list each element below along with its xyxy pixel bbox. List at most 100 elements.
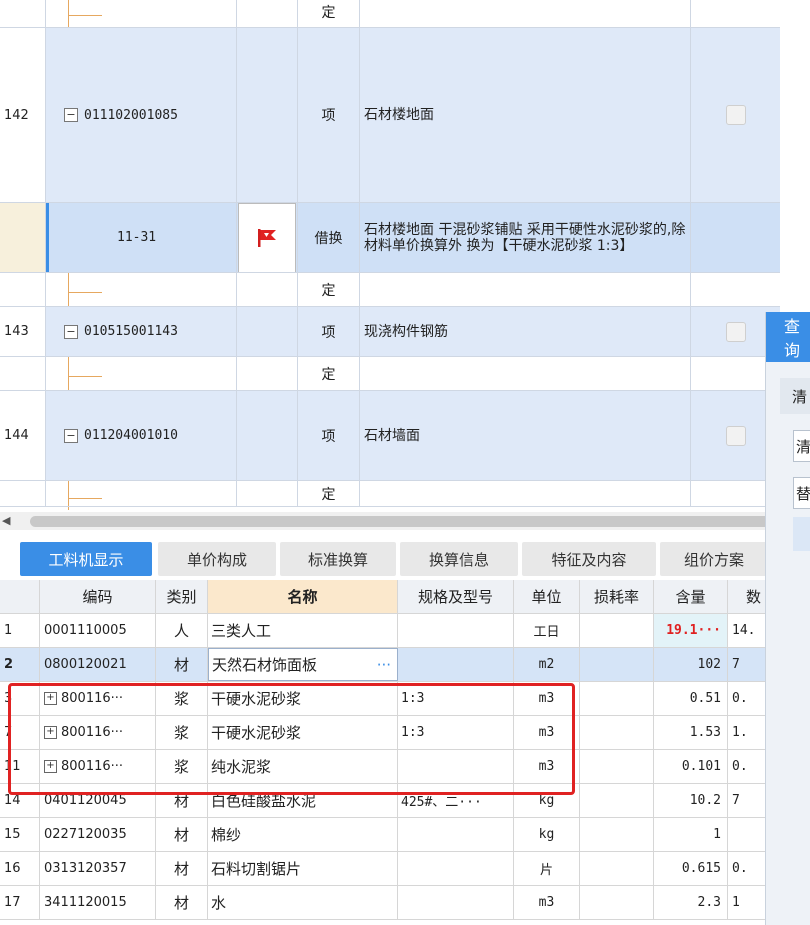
cell-spec[interactable] — [398, 886, 514, 919]
query-input-2[interactable]: 替 — [793, 477, 810, 509]
name-text: 棉纱 — [211, 826, 242, 844]
cell-qty[interactable]: 0.51 — [654, 682, 728, 715]
cell-loss — [580, 682, 654, 715]
header-cat[interactable]: 类别 — [156, 580, 208, 613]
cell-code: 3411120015 — [40, 886, 156, 919]
item-type: 项 — [298, 28, 360, 202]
cell-code: 0001110005 — [40, 614, 156, 647]
collapse-icon[interactable]: − — [64, 108, 78, 122]
table-row[interactable]: 17 3411120015 材 水 m3 2.3 1 — [0, 886, 780, 920]
header-code[interactable]: 编码 — [40, 580, 156, 613]
cell-num: 1 — [0, 614, 40, 647]
header-spec[interactable]: 规格及型号 — [398, 580, 514, 613]
header-unit[interactable]: 单位 — [514, 580, 580, 613]
scroll-thumb[interactable] — [30, 516, 780, 527]
flag-cell — [237, 357, 298, 390]
cell-spec[interactable] — [398, 852, 514, 885]
cell-loss — [580, 784, 654, 817]
quota-row[interactable]: 11-31 借换 石材楼地面 干混砂浆铺贴 采用干硬性水泥砂浆的,除材料单价换算外 … — [0, 203, 780, 273]
name-text: 水 — [211, 894, 227, 912]
cell-spec[interactable] — [398, 648, 514, 681]
name-text: 三类人工 — [211, 622, 272, 640]
row-checkbox[interactable] — [725, 105, 746, 125]
cell-name[interactable]: 棉纱 — [208, 818, 398, 851]
cell-name[interactable]: 天然石材饰面板 ··· — [208, 648, 398, 681]
flag-icon[interactable] — [238, 203, 296, 272]
qty-text: 10.2 — [689, 793, 721, 808]
tab-0[interactable]: 工料机显示 — [20, 542, 152, 576]
table-row[interactable]: 15 0227120035 材 棉纱 kg 1 — [0, 818, 780, 852]
bill-item-row[interactable]: 144−011204001010 项石材墙面 — [0, 391, 780, 481]
cell-qty[interactable]: 2.3 — [654, 886, 728, 919]
cell-qty[interactable]: 102 — [654, 648, 728, 681]
item-type: 项 — [298, 307, 360, 356]
scroll-left-icon[interactable]: ◀ — [2, 514, 10, 527]
collapse-icon[interactable]: − — [64, 324, 78, 339]
unit-text: 片 — [539, 863, 553, 878]
more-icon[interactable]: ··· — [377, 656, 391, 674]
flag-cell — [237, 391, 298, 480]
cell-num: 15 — [0, 818, 40, 851]
flag-cell — [237, 307, 298, 356]
query-panel-tab[interactable]: 清 — [780, 378, 810, 414]
tab-4[interactable]: 特征及内容 — [522, 542, 656, 576]
row-number: 142 — [0, 28, 46, 202]
cell-spec[interactable] — [398, 818, 514, 851]
tree-branch — [68, 15, 102, 16]
tab-2[interactable]: 标准换算 — [280, 542, 396, 576]
item-type: 定 — [298, 481, 360, 506]
cell-qty[interactable]: 0.101 — [654, 750, 728, 783]
code-text: 0227120035 — [44, 827, 127, 842]
cell-qty[interactable]: 19.1··· — [654, 614, 728, 647]
quota-grid: 定142−011102001085项石材楼地面P8: 1、 生态 2、 3、 4… — [0, 0, 780, 510]
tab-3[interactable]: 换算信息 — [400, 542, 518, 576]
flag-cell — [237, 28, 298, 202]
cell-name[interactable]: 三类人工 — [208, 614, 398, 647]
cell-loss — [580, 886, 654, 919]
qty-text: 0.51 — [689, 691, 721, 706]
item-type: 定 — [298, 357, 360, 390]
code-text: 0313120357 — [44, 861, 127, 876]
cell-qty[interactable]: 1 — [654, 818, 728, 851]
header-num[interactable] — [0, 580, 40, 613]
cell-name[interactable]: 水 — [208, 886, 398, 919]
quota-child-row[interactable]: 定 — [0, 357, 780, 391]
cell-name[interactable]: 石料切割锯片 — [208, 852, 398, 885]
bill-item-row[interactable]: 142−011102001085项石材楼地面P8: 1、 生态 2、 3、 4、… — [0, 28, 780, 203]
header-loss[interactable]: 损耗率 — [580, 580, 654, 613]
table-row[interactable]: 2 0800120021 材 天然石材饰面板 ··· m2 102 7 — [0, 648, 780, 682]
row-checkbox[interactable] — [725, 425, 746, 446]
amt-text: 7 — [732, 793, 740, 808]
checkbox-cell — [691, 0, 780, 27]
num-text: 16 — [4, 861, 21, 876]
horizontal-scrollbar[interactable]: ◀ — [0, 512, 780, 530]
quota-child-row[interactable]: 定 — [0, 481, 780, 507]
unit-text: m2 — [538, 657, 555, 672]
flag-cell — [237, 481, 298, 506]
query-input-1[interactable]: 清 — [793, 430, 810, 462]
item-code: 11-31 — [46, 203, 237, 272]
row-number — [0, 203, 46, 272]
table-row[interactable]: 1 0001110005 人 三类人工 工日 19.1··· 14. — [0, 614, 780, 648]
quota-child-row[interactable]: 定 — [0, 0, 780, 28]
cell-qty[interactable]: 1.53 — [654, 716, 728, 749]
table-row[interactable]: 16 0313120357 材 石料切割锯片 片 0.615 0. — [0, 852, 780, 886]
quota-child-row[interactable]: 定 — [0, 273, 780, 307]
bill-item-row[interactable]: 143−010515001143 项现浇构件钢筋 — [0, 307, 780, 357]
header-qty[interactable]: 含量 — [654, 580, 728, 613]
cell-qty[interactable]: 10.2 — [654, 784, 728, 817]
item-type: 借换 — [298, 203, 360, 272]
num-text: 15 — [4, 827, 21, 842]
item-code: −011102001085 — [46, 28, 237, 202]
cell-spec[interactable] — [398, 614, 514, 647]
collapse-icon[interactable]: − — [64, 428, 78, 443]
table-header: 编码 类别 名称 规格及型号 单位 损耗率 含量数 — [0, 580, 780, 614]
tab-5[interactable]: 组价方案 — [660, 542, 768, 576]
header-name[interactable]: 名称 — [208, 580, 398, 613]
item-name: 现浇构件钢筋 — [360, 307, 691, 356]
cell-qty[interactable]: 0.615 — [654, 852, 728, 885]
tree-branch — [68, 498, 102, 499]
highlight-box — [8, 683, 575, 795]
row-checkbox[interactable] — [725, 321, 746, 342]
tab-1[interactable]: 单价构成 — [158, 542, 276, 576]
